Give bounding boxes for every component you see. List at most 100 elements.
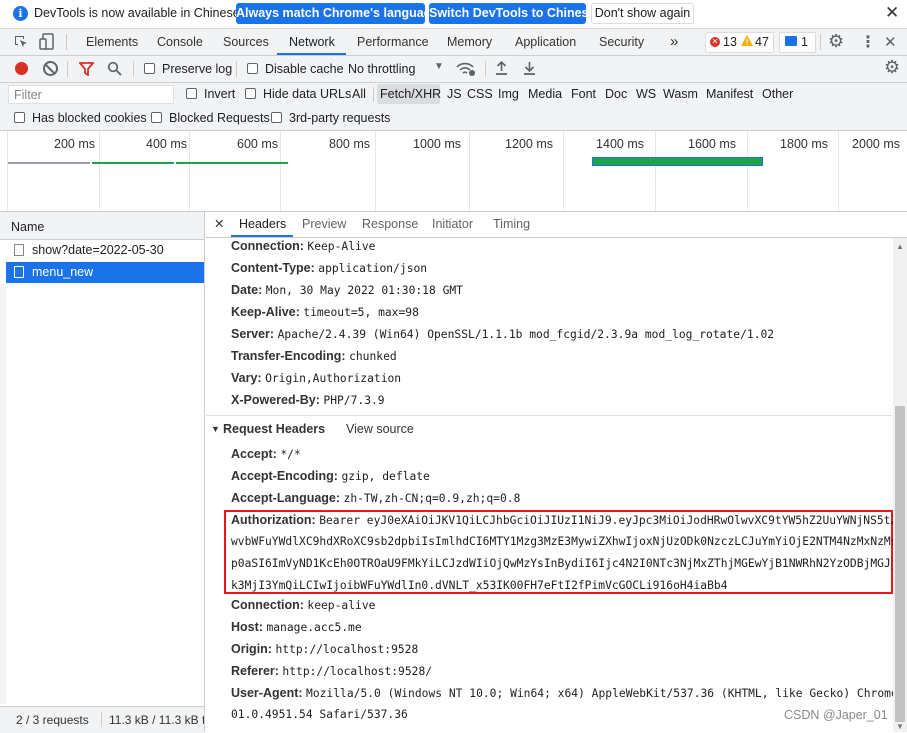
has-blocked-cookies-label: Has blocked cookies	[32, 111, 147, 125]
close-detail-icon[interactable]: ✕	[214, 212, 224, 237]
expand-triangle-icon[interactable]: ▼	[211, 424, 220, 434]
tab-timing[interactable]: Timing	[493, 212, 530, 237]
filter-bar: Filter Invert Hide data URLs All Fetch/X…	[0, 83, 907, 107]
invert-checkbox[interactable]	[186, 88, 197, 99]
request-header-row: Origin: http://localhost:9528	[231, 642, 419, 656]
watermark-text: CSDN @Japer_01	[784, 708, 888, 722]
scroll-up-arrow[interactable]: ▲	[896, 242, 904, 251]
filter-type-img[interactable]: Img	[498, 87, 519, 101]
response-header-row: Date: Mon, 30 May 2022 01:30:18 GMT	[231, 283, 463, 297]
request-count: 2 / 3 requests	[16, 713, 89, 727]
request-headers-title[interactable]: Request Headers	[223, 422, 325, 436]
timeline-bar	[176, 162, 288, 164]
inspect-element-icon[interactable]	[13, 34, 29, 50]
request-detail-panel: ✕ Headers Preview Response Initiator Tim…	[206, 212, 907, 732]
tab-headers[interactable]: Headers	[239, 212, 286, 237]
network-toolbar: Preserve log Disable cache No throttling…	[0, 56, 907, 83]
tab-memory[interactable]: Memory	[447, 29, 492, 55]
preserve-log-checkbox[interactable]	[144, 63, 155, 74]
tab-initiator[interactable]: Initiator	[432, 212, 473, 237]
request-list-header[interactable]: Name	[0, 212, 204, 240]
more-tabs-icon[interactable]: »	[670, 29, 678, 55]
tab-preview[interactable]: Preview	[302, 212, 346, 237]
timeline-tick-label: 1400 ms	[596, 137, 644, 151]
infobar-message: DevTools is now available in Chinese!	[34, 6, 244, 20]
dont-show-again-button[interactable]: Don't show again	[591, 3, 694, 24]
tab-response[interactable]: Response	[362, 212, 418, 237]
tab-security[interactable]: Security	[599, 29, 644, 55]
timeline-tick-label: 1600 ms	[688, 137, 736, 151]
filter-type-ws[interactable]: WS	[636, 87, 656, 101]
record-icon[interactable]	[15, 62, 28, 75]
blocked-requests-checkbox[interactable]	[151, 112, 162, 123]
timeline-tick-label: 1200 ms	[505, 137, 553, 151]
filter-icon[interactable]	[79, 62, 94, 76]
message-icon	[785, 36, 797, 46]
message-count: 1	[801, 35, 808, 49]
filter-type-other[interactable]: Other	[762, 87, 793, 101]
request-name: menu_new	[32, 265, 94, 279]
request-header-row: User-Agent: Mozilla/5.0 (Windows NT 10.0…	[231, 686, 907, 700]
throttling-select[interactable]: No throttling	[348, 62, 415, 76]
response-header-row: X-Powered-By: PHP/7.3.9	[231, 393, 385, 407]
clear-icon[interactable]	[43, 61, 58, 76]
request-row-selected[interactable]: menu_new	[6, 262, 204, 283]
switch-to-chinese-button[interactable]: Switch DevTools to Chinese	[429, 3, 595, 24]
tab-console[interactable]: Console	[157, 29, 203, 55]
transfer-size: 11.3 kB / 11.3 kB t	[109, 713, 204, 727]
filter-type-doc[interactable]: Doc	[605, 87, 627, 101]
authorization-header-row: Authorization: Bearer eyJ0eXAiOiJKV1QiLC…	[231, 513, 905, 527]
blocked-requests-label: Blocked Requests	[169, 111, 270, 125]
filter-type-all[interactable]: All	[352, 87, 366, 101]
detail-scrollbar[interactable]: ▲ ▼	[893, 238, 907, 732]
request-name: show?date=2022-05-30	[32, 243, 164, 257]
filter-input[interactable]: Filter	[8, 85, 174, 104]
always-match-language-button[interactable]: Always match Chrome's language	[236, 3, 438, 24]
filter-type-wasm[interactable]: Wasm	[663, 87, 698, 101]
scroll-down-arrow[interactable]: ▼	[896, 722, 904, 731]
network-conditions-icon[interactable]	[456, 61, 476, 77]
network-overview-timeline[interactable]: 200 ms 400 ms 600 ms 800 ms 1000 ms 1200…	[0, 131, 907, 212]
device-toolbar-icon[interactable]	[39, 33, 55, 51]
tab-performance[interactable]: Performance	[357, 29, 429, 55]
warning-count: 47	[755, 35, 769, 49]
export-har-icon[interactable]	[523, 61, 536, 76]
search-icon[interactable]	[107, 61, 122, 76]
timeline-tick-label: 1800 ms	[780, 137, 828, 151]
request-header-row: Accept: */*	[231, 447, 301, 461]
timeline-bar	[92, 162, 174, 164]
filter-type-fetch-xhr[interactable]: Fetch/XHR	[377, 84, 441, 104]
request-list: Name show?date=2022-05-30 menu_new 2 / 3…	[0, 212, 205, 733]
response-header-row: Content-Type: application/json	[231, 261, 428, 275]
import-har-icon[interactable]	[495, 61, 508, 76]
tab-elements[interactable]: Elements	[86, 29, 138, 55]
request-row[interactable]: show?date=2022-05-30	[6, 240, 204, 261]
filter-type-css[interactable]: CSS	[467, 87, 493, 101]
filter-type-js[interactable]: JS	[447, 87, 462, 101]
tab-network[interactable]: Network	[289, 29, 335, 55]
has-blocked-cookies-checkbox[interactable]	[14, 112, 25, 123]
filter-type-manifest[interactable]: Manifest	[706, 87, 753, 101]
tab-sources[interactable]: Sources	[223, 29, 269, 55]
settings-gear-icon[interactable]: ⚙	[828, 31, 844, 52]
close-devtools-icon[interactable]: ✕	[884, 33, 897, 51]
third-party-requests-label: 3rd-party requests	[289, 111, 391, 125]
request-header-row: Connection: keep-alive	[231, 598, 376, 612]
third-party-requests-checkbox[interactable]	[271, 112, 282, 123]
more-options-icon[interactable]: ⋮	[860, 32, 876, 52]
network-settings-icon[interactable]: ⚙	[884, 57, 900, 78]
filter-type-font[interactable]: Font	[571, 87, 596, 101]
close-icon[interactable]: ✕	[885, 3, 899, 23]
warning-icon	[741, 35, 753, 46]
response-header-row: Transfer-Encoding: chunked	[231, 349, 397, 363]
scrollbar-thumb[interactable]	[895, 406, 905, 722]
tab-application[interactable]: Application	[515, 29, 576, 55]
error-icon: ✕	[710, 37, 720, 47]
disable-cache-checkbox[interactable]	[247, 63, 258, 74]
filter-type-media[interactable]: Media	[528, 87, 562, 101]
view-source-link[interactable]: View source	[346, 422, 414, 436]
request-header-row: Host: manage.acc5.me	[231, 620, 362, 634]
hide-data-urls-checkbox[interactable]	[245, 88, 256, 99]
language-infobar: i DevTools is now available in Chinese! …	[0, 0, 907, 29]
blocked-filter-bar: Has blocked cookies Blocked Requests 3rd…	[0, 107, 907, 131]
